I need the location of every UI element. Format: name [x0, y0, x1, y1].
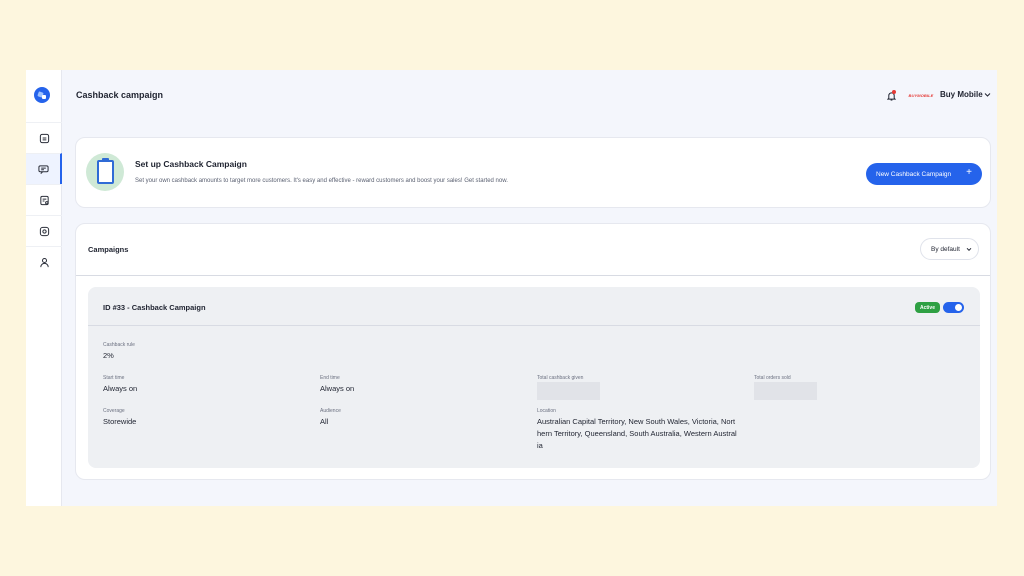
- sidebar-item-user[interactable]: [26, 246, 62, 277]
- notification-dot: [892, 90, 896, 94]
- sort-label: By default: [931, 245, 960, 253]
- sidebar-item-settings[interactable]: [26, 215, 62, 246]
- campaign-icon: [37, 164, 49, 174]
- total-orders-placeholder: [754, 382, 817, 400]
- store-name[interactable]: Buy Mobile: [940, 90, 983, 99]
- divider: [88, 325, 980, 326]
- store-logo: BUYMOBILE: [908, 92, 934, 98]
- audience-label: Audience: [320, 408, 341, 414]
- sidebar-item-orders[interactable]: [26, 184, 62, 215]
- status-badge: Active: [915, 302, 940, 313]
- total-orders-label: Total orders sold: [754, 375, 791, 381]
- orders-icon: [39, 195, 49, 205]
- sidebar-item-campaign[interactable]: [26, 153, 62, 184]
- campaign-item[interactable]: ID #33 - Cashback Campaign Active Cashba…: [88, 287, 980, 468]
- app-window: Cashback campaign BUYMOBILE Buy Mobile S…: [26, 70, 997, 506]
- cashback-rule-label: Cashback rule: [103, 342, 135, 348]
- chevron-down-icon: [966, 247, 972, 252]
- start-time-label: Start time: [103, 375, 125, 381]
- sort-select[interactable]: By default: [920, 238, 979, 260]
- end-time-value: Always on: [320, 384, 355, 393]
- user-icon: [39, 257, 49, 267]
- clipboard-icon: [97, 158, 114, 184]
- new-campaign-label: New Cashback Campaign: [876, 170, 952, 178]
- setup-card: Set up Cashback Campaign Set your own ca…: [75, 137, 991, 208]
- location-line: ia: [537, 441, 543, 450]
- campaigns-title: Campaigns: [88, 245, 129, 254]
- settings-icon: [39, 226, 49, 236]
- cashback-rule-value: 2%: [103, 351, 114, 360]
- setup-title: Set up Cashback Campaign: [135, 159, 247, 169]
- clipboard-illustration: [86, 153, 124, 191]
- divider: [76, 275, 990, 276]
- sidebar: [26, 70, 62, 506]
- sidebar-item-store[interactable]: [26, 122, 62, 153]
- location-line: hern Territory, Queensland, South Austra…: [537, 429, 737, 438]
- plus-icon: +: [966, 167, 972, 178]
- new-campaign-button[interactable]: New Cashback Campaign +: [866, 163, 982, 185]
- campaign-toggle[interactable]: [943, 302, 964, 313]
- start-time-value: Always on: [103, 384, 138, 393]
- coverage-value: Storewide: [103, 417, 137, 426]
- audience-value: All: [320, 417, 329, 426]
- chevron-down-icon[interactable]: [984, 92, 991, 98]
- app-logo[interactable]: [34, 87, 50, 103]
- end-time-label: End time: [320, 375, 340, 381]
- total-cashback-label: Total cashback given: [537, 375, 584, 381]
- setup-description: Set your own cashback amounts to target …: [135, 178, 508, 184]
- store-icon: [39, 133, 49, 143]
- coverage-label: Coverage: [103, 408, 125, 414]
- total-cashback-placeholder: [537, 382, 600, 400]
- location-line: Australian Capital Territory, New South …: [537, 417, 736, 426]
- location-label: Location: [537, 408, 556, 414]
- campaigns-card: Campaigns By default ID #33 - Cashback C…: [75, 223, 991, 480]
- location-value: Australian Capital Territory, New South …: [537, 416, 737, 452]
- page-title: Cashback campaign: [76, 90, 164, 100]
- campaign-name[interactable]: ID #33 - Cashback Campaign: [103, 303, 206, 312]
